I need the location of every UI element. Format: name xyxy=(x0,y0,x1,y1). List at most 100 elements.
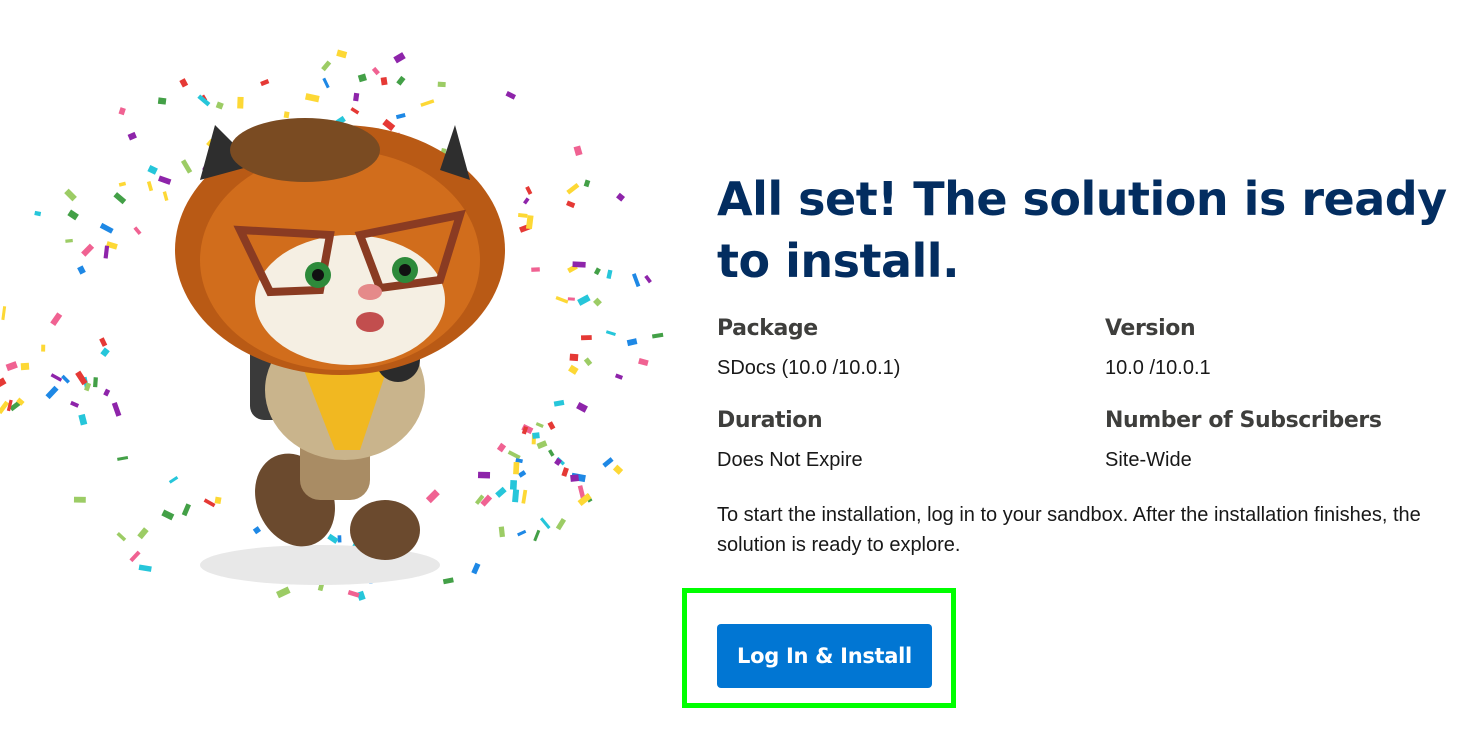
confetti-piece xyxy=(103,388,111,397)
confetti-piece xyxy=(100,347,110,358)
confetti-piece xyxy=(395,112,406,120)
confetti-piece xyxy=(64,188,77,202)
confetti-piece xyxy=(350,107,360,115)
confetti-piece xyxy=(252,526,262,535)
confetti-piece xyxy=(523,197,530,205)
confetti-piece xyxy=(103,245,110,259)
confetti-piece xyxy=(50,373,63,382)
confetti-piece xyxy=(203,498,216,508)
confetti-piece xyxy=(567,297,575,301)
install-summary: All set! The solution is ready to instal… xyxy=(717,168,1477,560)
confetti-piece xyxy=(425,489,440,504)
confetti-piece xyxy=(181,503,191,517)
confetti-piece xyxy=(1,306,7,321)
confetti-piece xyxy=(496,442,507,453)
confetti-piece xyxy=(118,107,126,116)
confetti-piece xyxy=(614,373,624,380)
confetti-piece xyxy=(577,294,591,306)
confetti-piece xyxy=(168,475,179,484)
confetti-piece xyxy=(626,338,638,347)
confetti-piece xyxy=(179,78,189,88)
subscribers-label: Number of Subscribers xyxy=(1105,408,1382,433)
confetti-piece xyxy=(283,111,290,119)
confetti-piece xyxy=(337,535,342,543)
confetti-piece xyxy=(322,77,330,89)
duration-label: Duration xyxy=(717,408,823,433)
confetti-piece xyxy=(116,531,127,542)
confetti-piece xyxy=(531,267,540,272)
confetti-piece xyxy=(260,79,270,87)
confetti-piece xyxy=(420,99,435,107)
confetti-piece xyxy=(327,533,339,544)
confetti-piece xyxy=(118,181,127,187)
confetti-piece xyxy=(509,479,518,490)
confetti-piece xyxy=(644,274,652,284)
confetti-piece xyxy=(20,362,30,371)
confetti-piece xyxy=(117,456,129,461)
confetti-piece xyxy=(593,267,601,276)
confetti-piece xyxy=(99,222,114,234)
confetti-piece xyxy=(138,564,152,572)
confetti-piece xyxy=(78,413,88,426)
confetti-piece xyxy=(521,489,528,504)
mascot-illustration xyxy=(0,30,700,640)
package-details: Package SDocs (10.0 /10.0.1) Version 10.… xyxy=(717,314,1477,474)
confetti-piece xyxy=(570,474,579,482)
version-field: Version 10.0 /10.0.1 xyxy=(1105,314,1477,382)
confetti-piece xyxy=(442,577,454,585)
install-instructions: To start the installation, log in to you… xyxy=(717,504,1421,556)
confetti-piece xyxy=(513,461,520,475)
confetti-piece xyxy=(133,226,142,235)
confetti-piece xyxy=(393,52,406,64)
confetti-piece xyxy=(548,449,555,457)
version-value: 10.0 /10.0.1 xyxy=(1105,357,1211,379)
confetti-piece xyxy=(81,243,95,257)
confetti-piece xyxy=(606,269,613,279)
confetti-piece xyxy=(553,399,565,407)
confetti-piece xyxy=(554,457,562,466)
confetti-piece xyxy=(382,118,396,132)
confetti-piece xyxy=(568,364,579,375)
confetti-piece xyxy=(536,440,548,450)
confetti-piece xyxy=(111,402,122,417)
confetti-piece xyxy=(517,529,527,537)
confetti-piece xyxy=(147,165,158,175)
confetti-piece xyxy=(605,330,616,337)
confetti-piece xyxy=(146,181,154,192)
confetti-piece xyxy=(555,296,569,304)
confetti-piece xyxy=(127,131,137,141)
confetti-piece xyxy=(77,265,86,275)
confetti-piece xyxy=(45,385,59,400)
confetti-piece xyxy=(0,377,7,390)
confetti-piece xyxy=(5,361,18,372)
confetti-piece xyxy=(180,159,193,174)
duration-value: Does Not Expire xyxy=(717,449,863,471)
confetti-piece xyxy=(517,213,528,218)
confetti-piece xyxy=(555,518,567,531)
confetti-piece xyxy=(616,192,626,202)
confetti-piece xyxy=(304,93,320,103)
confetti-piece xyxy=(371,66,380,76)
confetti-piece xyxy=(380,76,388,86)
confetti-piece xyxy=(396,75,406,86)
confetti-piece xyxy=(41,344,46,352)
confetti-piece xyxy=(237,96,244,109)
confetti-piece xyxy=(129,550,141,563)
confetti-piece xyxy=(73,496,86,503)
confetti-piece xyxy=(535,422,544,428)
confetti-piece xyxy=(99,337,108,347)
confetti-piece xyxy=(162,191,169,201)
confetti-piece xyxy=(569,353,579,362)
confetti-piece xyxy=(580,335,592,341)
confetti-piece xyxy=(353,92,360,102)
confetti-piece xyxy=(612,464,624,475)
log-in-install-button[interactable]: Log In & Install xyxy=(717,624,932,688)
confetti-piece xyxy=(525,185,533,195)
confetti-piece xyxy=(518,470,527,478)
package-label: Package xyxy=(717,316,818,341)
page-title: All set! The solution is ready to instal… xyxy=(717,172,1447,288)
confetti-piece xyxy=(67,209,79,221)
subscribers-value: Site-Wide xyxy=(1105,449,1192,471)
confetti-piece xyxy=(61,374,71,384)
confetti-piece xyxy=(137,527,149,540)
